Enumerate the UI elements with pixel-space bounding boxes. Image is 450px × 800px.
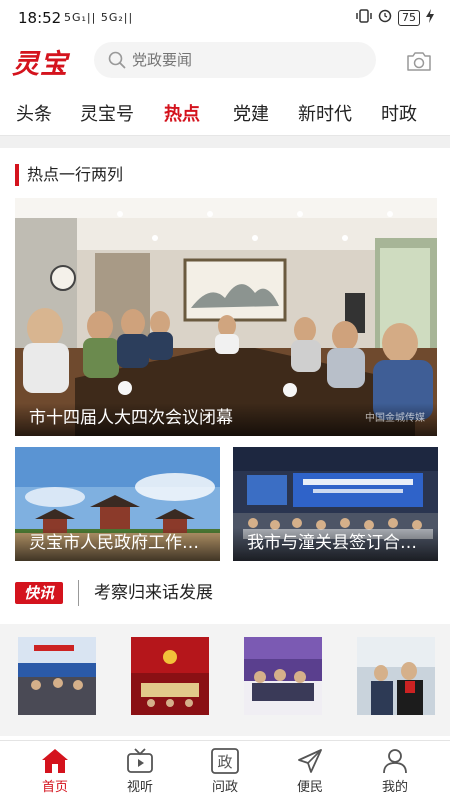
nav-shiting-label: 视听 — [126, 780, 153, 795]
card-caption-right-text: 我市与潼关县签订合作协议 — [247, 533, 424, 553]
hero-caption-text: 市十四届人大四次会议闭幕 — [29, 408, 233, 428]
alarm-icon — [378, 9, 392, 26]
tab-toutiao[interactable]: 头条 — [16, 100, 52, 126]
tab-shizheng[interactable]: 时政 — [381, 100, 417, 126]
home-icon — [42, 749, 68, 773]
battery-icon: 75 — [398, 9, 420, 26]
tab-lingbaohao[interactable]: 灵宝号 — [80, 100, 134, 126]
hero-news-card[interactable]: 市十四届人大四次会议闭幕 中国金城传媒 — [15, 198, 437, 436]
search-icon — [108, 51, 126, 69]
section-title: 热点一行两列 — [27, 165, 124, 184]
flash-news-divider — [78, 580, 79, 606]
nav-wenzheng[interactable]: 政 问政 — [190, 745, 260, 799]
thumbnail-2[interactable] — [131, 637, 209, 715]
search-input[interactable] — [132, 42, 352, 78]
thumbnail-3[interactable] — [244, 637, 322, 715]
nav-shiting[interactable]: 视听 — [105, 745, 175, 799]
tab-redian[interactable]: 热点 — [164, 100, 200, 126]
status-icons: 75 — [356, 9, 434, 26]
category-tabs: 头条 灵宝号 热点 党建 新时代 时政 — [0, 92, 450, 136]
thumbnail-1[interactable] — [18, 637, 96, 715]
nav-bianmin-label: 便民 — [296, 780, 323, 795]
signal-icon: 5G₁|| 5G₂|| — [64, 11, 134, 24]
tab-dangjian[interactable]: 党建 — [233, 100, 269, 126]
thumbnail-4-image — [357, 637, 435, 715]
nav-bianmin[interactable]: 便民 — [275, 745, 345, 799]
hero-image — [15, 198, 437, 436]
nav-wenzheng-label: 问政 — [211, 780, 238, 795]
charging-icon — [426, 9, 434, 26]
thumbnail-2-image — [131, 637, 209, 715]
section-marker — [15, 164, 19, 186]
thumbnail-4[interactable] — [357, 637, 435, 715]
send-icon — [298, 749, 322, 773]
news-card-left[interactable]: 灵宝市人民政府工作报告 — [15, 447, 220, 561]
nav-mine-label: 我的 — [381, 780, 408, 795]
tv-icon — [127, 748, 153, 773]
nav-home[interactable]: 首页 — [20, 745, 90, 799]
card-caption-left: 灵宝市人民政府工作报告 — [15, 528, 220, 561]
card-caption-right: 我市与潼关县签订合作协议 — [233, 528, 438, 561]
flash-news-bar[interactable]: 快讯 考察归来话发展 — [0, 568, 450, 618]
status-bar: 18:52 5G₁|| 5G₂|| 75 — [0, 0, 450, 36]
camera-icon[interactable] — [406, 50, 432, 72]
tab-xinshidai[interactable]: 新时代 — [298, 100, 352, 126]
nav-mine[interactable]: 我的 — [360, 745, 430, 799]
thumbnail-1-image — [18, 637, 96, 715]
flash-news-headline[interactable]: 考察归来话发展 — [94, 580, 213, 606]
user-icon — [383, 749, 407, 774]
zheng-icon: 政 — [211, 748, 239, 774]
app-logo: 灵宝 — [12, 49, 68, 80]
hero-watermark: 中国金城传媒 — [365, 413, 425, 424]
card-caption-left-text: 灵宝市人民政府工作报告 — [29, 533, 206, 553]
divider — [0, 136, 450, 148]
flash-news-badge: 快讯 — [15, 582, 63, 604]
svg-text:政: 政 — [217, 753, 232, 771]
search-bar[interactable] — [94, 42, 376, 78]
thumbnail-strip — [0, 624, 450, 736]
thumbnail-3-image — [244, 637, 322, 715]
vibrate-icon — [356, 9, 372, 26]
status-time: 18:52 — [18, 9, 62, 27]
app-header: 灵宝 — [0, 36, 450, 84]
bottom-navigation: 首页 视听 政 问政 便民 我的 — [0, 740, 450, 800]
nav-home-label: 首页 — [41, 780, 68, 795]
news-card-right[interactable]: 我市与潼关县签订合作协议 — [233, 447, 438, 561]
